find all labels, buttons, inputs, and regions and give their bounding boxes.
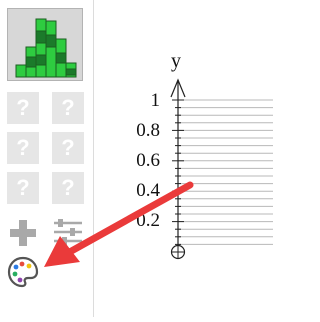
annotation-arrow: [44, 181, 194, 267]
